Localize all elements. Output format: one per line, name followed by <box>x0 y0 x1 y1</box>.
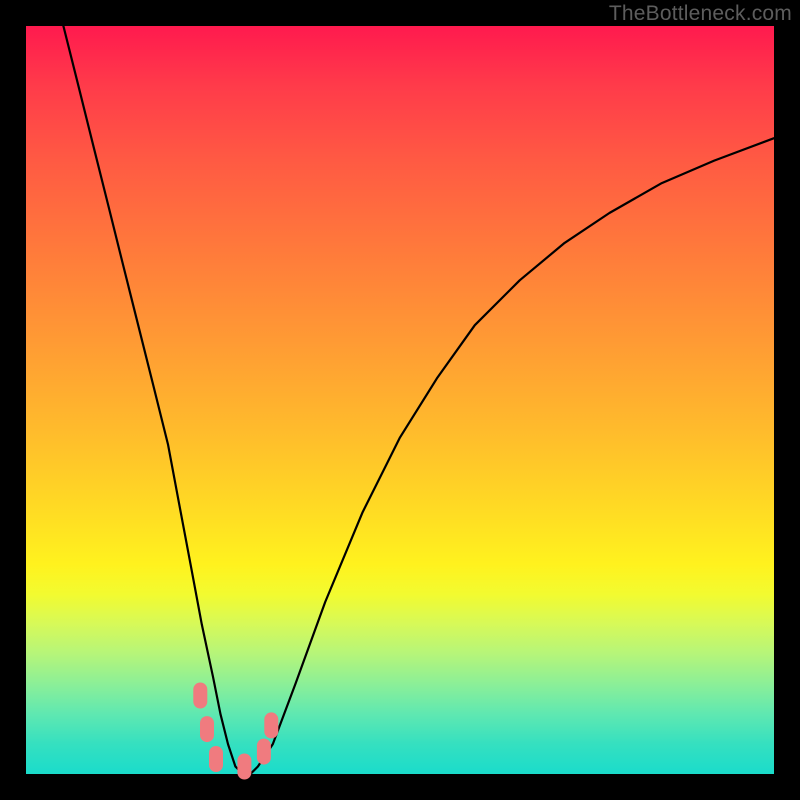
left-marker-cluster-1 <box>200 716 214 742</box>
plot-area <box>26 26 774 774</box>
left-marker-cluster-2 <box>209 746 223 772</box>
right-marker-cluster-2 <box>264 712 278 738</box>
bottleneck-curve <box>63 26 774 774</box>
right-marker-cluster-0 <box>237 754 251 780</box>
chart-frame: TheBottleneck.com <box>0 0 800 800</box>
curve-layer <box>26 26 774 774</box>
left-marker-cluster-0 <box>193 683 207 709</box>
right-marker-cluster-1 <box>257 739 271 765</box>
watermark-label: TheBottleneck.com <box>609 2 792 26</box>
